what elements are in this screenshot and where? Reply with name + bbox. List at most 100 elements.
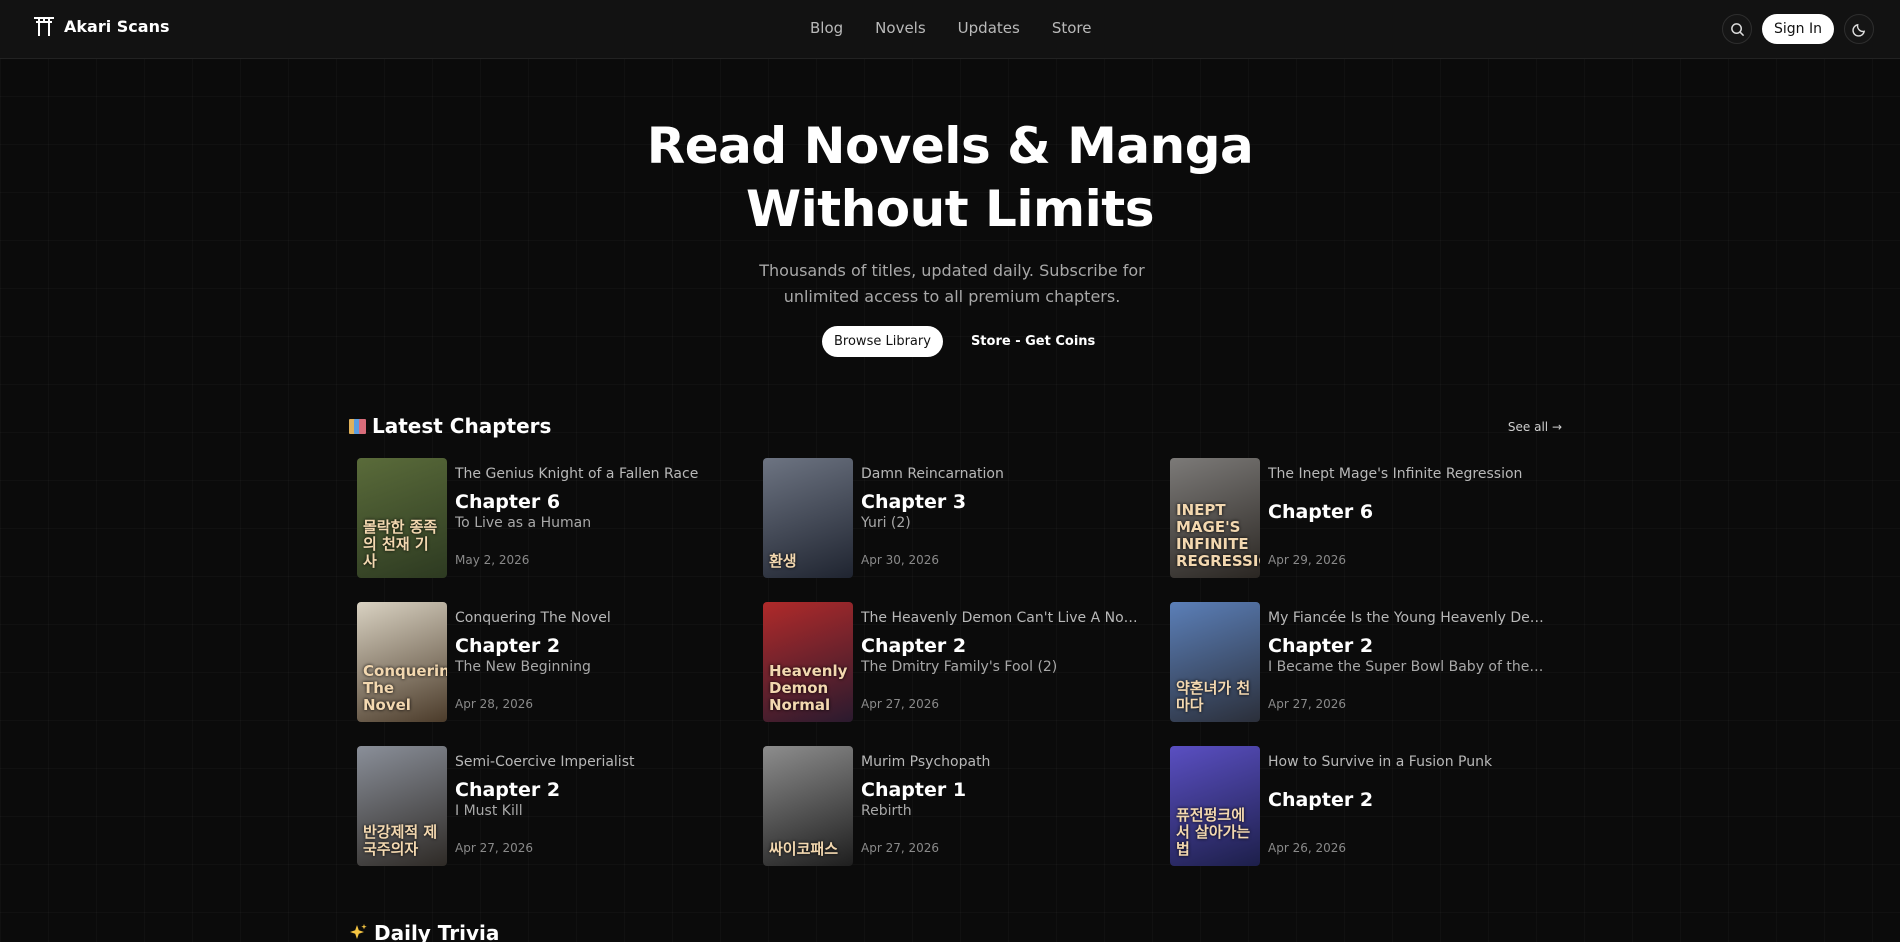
series-title[interactable]: The Heavenly Demon Can't Live A Normal L… bbox=[861, 610, 1139, 628]
cover-title-art: INEPT MAGE'S INFINITE REGRESSION bbox=[1176, 501, 1260, 570]
hero-title-line-1: Read Novels & Manga bbox=[646, 117, 1254, 175]
release-date: Apr 27, 2026 bbox=[455, 841, 534, 855]
chapter-subtitle: The New Beginning bbox=[455, 659, 591, 675]
chapter-card[interactable]: 싸이코패스 Murim Psychopath Chapter 1 Rebirth Apr… bbox=[763, 746, 1143, 866]
chapter-subtitle: Yuri (2) bbox=[861, 515, 911, 531]
series-cover-image[interactable]: Conquering The Novel bbox=[357, 602, 447, 722]
torii-gate-icon bbox=[34, 17, 54, 36]
books-icon bbox=[348, 417, 366, 435]
release-date: Apr 29, 2026 bbox=[1268, 553, 1347, 567]
main-nav: Blog Novels Updates Store bbox=[810, 19, 1091, 37]
series-title[interactable]: The Inept Mage's Infinite Regression bbox=[1268, 466, 1546, 484]
series-cover-image[interactable]: 몰락한 종족의 천재 기사 bbox=[357, 458, 447, 578]
latest-chapters-header: Latest Chapters See all → bbox=[348, 414, 1562, 444]
series-cover-image[interactable]: 퓨전펑크에서 살아가는 법 bbox=[1170, 746, 1260, 866]
release-date: May 2, 2026 bbox=[455, 553, 530, 567]
chapter-info: How to Survive in a Fusion Punk Chapter 2… bbox=[1268, 746, 1546, 855]
search-button[interactable] bbox=[1722, 14, 1752, 44]
chapter-number[interactable]: Chapter 2 bbox=[455, 635, 733, 659]
series-title[interactable]: The Genius Knight of a Fallen Race bbox=[455, 466, 733, 484]
chapter-info: Murim Psychopath Chapter 1 Rebirth Apr 27, … bbox=[861, 746, 1139, 855]
chapter-info: Conquering The Novel Chapter 2 The New Beg… bbox=[455, 602, 733, 711]
release-date: Apr 27, 2026 bbox=[861, 697, 940, 711]
moon-icon bbox=[1851, 23, 1865, 37]
chapter-info: My Fiancée Is the Young Heavenly Demon Ch… bbox=[1268, 602, 1546, 711]
series-cover-image[interactable]: 반강제적 제국주의자 bbox=[357, 746, 447, 866]
header-actions: Sign In bbox=[1722, 14, 1874, 44]
chapter-info: The Heavenly Demon Can't Live A Normal L… bbox=[861, 602, 1139, 711]
chapter-info: The Inept Mage's Infinite Regression Chap… bbox=[1268, 458, 1546, 567]
series-cover-image[interactable]: INEPT MAGE'S INFINITE REGRESSION bbox=[1170, 458, 1260, 578]
chapter-info: Semi-Coercive Imperialist Chapter 2I Must… bbox=[455, 746, 733, 855]
series-title[interactable]: Murim Psychopath bbox=[861, 754, 1139, 772]
hero-subtitle: Thousands of titles, updated daily. Subs… bbox=[759, 261, 1145, 306]
chapter-number[interactable]: Chapter 2 bbox=[1268, 789, 1546, 813]
chapter-number[interactable]: Chapter 1 bbox=[861, 779, 1139, 803]
release-date: Apr 27, 2026 bbox=[1268, 697, 1347, 711]
series-title[interactable]: My Fiancée Is the Young Heavenly Demon bbox=[1268, 610, 1546, 628]
search-icon bbox=[1730, 22, 1744, 36]
chapter-subtitle: The Dmitry Family's Fool (2) bbox=[861, 659, 1058, 675]
chapter-card[interactable]: Heavenly Demon Normal The Heavenly Demon … bbox=[763, 602, 1143, 722]
sparkles-icon bbox=[350, 924, 367, 939]
cover-title-art: 환생 bbox=[769, 552, 797, 570]
cover-title-art: 약혼녀가 천마다 bbox=[1176, 679, 1251, 714]
daily-trivia-title: Daily Trivia bbox=[374, 921, 500, 942]
see-all-link[interactable]: See all → bbox=[1508, 420, 1562, 434]
daily-trivia-header: Daily Trivia bbox=[348, 921, 499, 942]
release-date: Apr 30, 2026 bbox=[861, 553, 940, 567]
cover-title-art: Conquering The Novel bbox=[363, 662, 447, 714]
chapter-subtitle: Rebirth bbox=[861, 803, 912, 819]
chapter-number[interactable]: Chapter 2 bbox=[861, 635, 1139, 659]
latest-chapters-title-wrap: Latest Chapters bbox=[348, 414, 1562, 438]
hero-actions: Browse Library Store - Get Coins bbox=[822, 326, 1095, 357]
release-date: Apr 26, 2026 bbox=[1268, 841, 1347, 855]
brand-link[interactable]: Akari Scans bbox=[32, 14, 169, 38]
chapter-card[interactable]: 몰락한 종족의 천재 기사 The Genius Knight of a Fall… bbox=[357, 458, 737, 578]
nav-store[interactable]: Store bbox=[1052, 19, 1092, 37]
nav-updates[interactable]: Updates bbox=[958, 19, 1020, 37]
theme-toggle-button[interactable] bbox=[1844, 14, 1874, 44]
hero-title-line-2: Without Limits bbox=[746, 180, 1154, 238]
sign-in-button[interactable]: Sign In bbox=[1762, 14, 1834, 44]
browse-library-button[interactable]: Browse Library bbox=[822, 326, 943, 357]
series-title[interactable]: Damn Reincarnation bbox=[861, 466, 1139, 484]
chapter-subtitle: I Became the Super Bowl Baby of the Mart… bbox=[1268, 659, 1546, 675]
nav-novels[interactable]: Novels bbox=[875, 19, 926, 37]
nav-blog[interactable]: Blog bbox=[810, 19, 843, 37]
cover-title-art: 퓨전펑크에서 살아가는 법 bbox=[1176, 806, 1251, 858]
cover-title-art: 싸이코패스 bbox=[769, 840, 839, 858]
cover-title-art: Heavenly Demon Normal bbox=[769, 662, 848, 714]
cover-title-art: 반강제적 제국주의자 bbox=[363, 823, 438, 858]
series-title[interactable]: How to Survive in a Fusion Punk bbox=[1268, 754, 1546, 772]
chapter-subtitle: To Live as a Human bbox=[455, 515, 592, 531]
cover-title-art: 몰락한 종족의 천재 기사 bbox=[363, 518, 438, 570]
chapter-info: The Genius Knight of a Fallen Race Chapte… bbox=[455, 458, 733, 567]
chapter-number[interactable]: Chapter 3 bbox=[861, 491, 1139, 515]
chapter-card[interactable]: 퓨전펑크에서 살아가는 법 How to Survive in a Fusion … bbox=[1170, 746, 1550, 866]
chapter-number[interactable]: Chapter 2 bbox=[455, 779, 733, 803]
chapter-subtitle: I Must Kill bbox=[455, 803, 523, 819]
release-date: Apr 28, 2026 bbox=[455, 697, 534, 711]
chapter-card[interactable]: INEPT MAGE'S INFINITE REGRESSIONThe Inep… bbox=[1170, 458, 1550, 578]
top-navigation-bar: Akari Scans Blog Novels Updates Store Si… bbox=[0, 0, 1900, 59]
series-title[interactable]: Semi-Coercive Imperialist bbox=[455, 754, 733, 772]
series-cover-image[interactable]: 싸이코패스 bbox=[763, 746, 853, 866]
chapter-number[interactable]: Chapter 6 bbox=[1268, 501, 1546, 525]
latest-chapters-title: Latest Chapters bbox=[372, 414, 552, 438]
series-cover-image[interactable]: 환생 bbox=[763, 458, 853, 578]
chapter-info: Damn Reincarnation Chapter 3 Yuri (2) Apr 3… bbox=[861, 458, 1139, 567]
series-cover-image[interactable]: Heavenly Demon Normal bbox=[763, 602, 853, 722]
series-cover-image[interactable]: 약혼녀가 천마다 bbox=[1170, 602, 1260, 722]
store-get-coins-link[interactable]: Store - Get Coins bbox=[971, 326, 1095, 357]
chapter-number[interactable]: Chapter 2 bbox=[1268, 635, 1546, 659]
chapter-card[interactable]: 약혼녀가 천마다 My Fiancée Is the Young Heavenly… bbox=[1170, 602, 1550, 722]
release-date: Apr 27, 2026 bbox=[861, 841, 940, 855]
chapter-card[interactable]: 반강제적 제국주의자 Semi-Coercive Imperialist Chapt… bbox=[357, 746, 737, 866]
chapter-number[interactable]: Chapter 6 bbox=[455, 491, 733, 515]
hero-title: Read Novels & Manga Without Limits bbox=[0, 115, 1900, 241]
chapter-card[interactable]: Conquering The NovelConquering The Novel… bbox=[357, 602, 737, 722]
series-title[interactable]: Conquering The Novel bbox=[455, 610, 733, 628]
chapter-card[interactable]: 환생 Damn Reincarnation Chapter 3 Yuri (2) Apr… bbox=[763, 458, 1143, 578]
brand-name: Akari Scans bbox=[64, 16, 170, 36]
